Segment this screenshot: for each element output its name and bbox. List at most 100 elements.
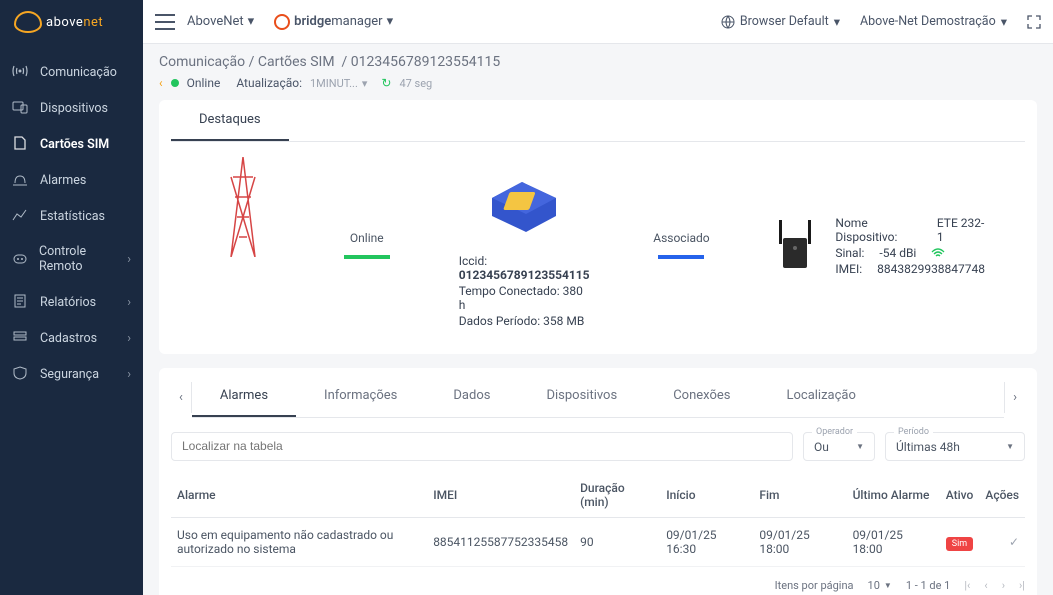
report-icon [12, 294, 30, 310]
col-inicio[interactable]: Início [660, 473, 753, 518]
tenant-dropdown[interactable]: AboveNet▾ [187, 14, 254, 29]
alarms-table: Alarme IMEI Duração (min) Início Fim Últ… [171, 473, 1025, 567]
imei-value: 8843829938847748 [877, 262, 985, 276]
highlights-card: Destaques Online [159, 100, 1037, 354]
sidebar-item-cartoes-sim[interactable]: Cartões SIM [0, 126, 143, 162]
chevron-right-icon: › [127, 252, 131, 267]
subtab-dados[interactable]: Dados [425, 376, 518, 417]
hl-online: Online [335, 162, 399, 328]
chevron-down-icon: ▾ [248, 14, 255, 29]
subtab-alarmes[interactable]: Alarmes [192, 376, 296, 417]
prev-page-button[interactable]: ‹ [984, 579, 987, 592]
col-duracao[interactable]: Duração (min) [574, 473, 660, 518]
data-label: Dados Período: [459, 314, 540, 328]
col-alarme[interactable]: Alarme [171, 473, 427, 518]
product-name: bridgemanager [294, 14, 382, 29]
last-page-button[interactable]: ›| [1019, 579, 1025, 592]
next-page-button[interactable]: › [1002, 579, 1005, 592]
subtab-localizacao[interactable]: Localização [758, 376, 883, 417]
chevron-right-icon: › [127, 331, 131, 346]
tabs-next-button[interactable]: › [1004, 382, 1025, 413]
nav: Comunicação Dispositivos Cartões SIM Ala… [0, 44, 143, 392]
pager: Itens por página 10 ▼ 1 - 1 de 1 |‹ ‹ › … [171, 579, 1025, 592]
browser-dropdown[interactable]: Browser Default▾ [721, 14, 840, 30]
update-interval-dropdown[interactable]: 1MINUT... ▾ [310, 77, 367, 90]
operator-dropdown[interactable]: Operador Ou ▼ [803, 432, 875, 461]
status-bar-green [344, 255, 390, 259]
product-dropdown[interactable]: bridgemanager ▾ [274, 14, 393, 30]
chevron-down-icon: ▼ [1006, 442, 1014, 451]
logo-icon [14, 11, 42, 33]
first-page-button[interactable]: |‹ [964, 579, 970, 592]
sidebar-item-cadastros[interactable]: Cadastros › [0, 320, 143, 356]
dev-name-label: Nome Dispositivo: [835, 216, 921, 244]
topbar: AboveNet▾ bridgemanager ▾ Browser Defaul… [143, 0, 1053, 44]
table-row: Uso em equipamento não cadastrado ou aut… [171, 518, 1025, 567]
cell-imei: 88541125587752335458 [427, 518, 574, 567]
search-field[interactable] [171, 432, 793, 461]
sim-icon [12, 136, 30, 152]
breadcrumb: Comunicação / Cartões SIM / 012345678912… [159, 54, 1037, 70]
subtab-conexoes[interactable]: Conexões [645, 376, 758, 417]
cell-acoes: ✓ [979, 518, 1025, 567]
col-ativo[interactable]: Ativo [940, 473, 980, 518]
tab-destaques[interactable]: Destaques [171, 100, 289, 141]
subtab-dispositivos[interactable]: Dispositivos [518, 376, 645, 417]
sidebar-item-label: Relatórios [40, 295, 96, 310]
iccid-label: Iccid: [459, 254, 487, 268]
logo: abovenet [0, 0, 143, 44]
col-imei[interactable]: IMEI [427, 473, 574, 518]
sidebar-item-estatisticas[interactable]: Estatísticas [0, 198, 143, 234]
col-acoes[interactable]: Ações [979, 473, 1025, 518]
status-badge: Sim [946, 537, 973, 551]
cell-alarme: Uso em equipamento não cadastrado ou aut… [171, 518, 427, 567]
chevron-right-icon: › [127, 295, 131, 310]
signal-label: Sinal: [835, 246, 864, 260]
menu-button[interactable] [155, 14, 175, 30]
sidebar-item-label: Estatísticas [40, 209, 105, 224]
crumb-root[interactable]: Comunicação [159, 54, 245, 70]
sidebar-item-relatorios[interactable]: Relatórios › [0, 284, 143, 320]
data-value: 358 MB [543, 314, 584, 328]
sidebar-item-controle-remoto[interactable]: Controle Remoto › [0, 234, 143, 284]
col-fim[interactable]: Fim [753, 473, 846, 518]
operator-label: Operador [812, 427, 857, 437]
account-dropdown[interactable]: Above-Net Demostração▾ [860, 14, 1007, 30]
cell-inicio: 09/01/25 16:30 [660, 518, 753, 567]
ipp-dropdown[interactable]: 10 ▼ [868, 579, 892, 592]
broadcast-icon [12, 64, 30, 80]
crumb-section[interactable]: Cartões SIM [258, 54, 335, 70]
sidebar-item-comunicacao[interactable]: Comunicação [0, 54, 143, 90]
sidebar-item-label: Segurança [40, 367, 99, 382]
ipp-label: Itens por página [775, 579, 854, 592]
sim-card-icon [484, 162, 564, 252]
wifi-icon [931, 248, 945, 258]
crumb-current: 0123456789123554115 [351, 54, 501, 70]
col-ultimo[interactable]: Último Alarme [847, 473, 940, 518]
chevron-down-icon: ▾ [387, 14, 394, 29]
period-value: Últimas 48h [896, 440, 960, 454]
sidebar-item-seguranca[interactable]: Segurança › [0, 356, 143, 392]
subtab-informacoes[interactable]: Informações [296, 376, 425, 417]
cell-fim: 09/01/25 18:00 [753, 518, 846, 567]
chevron-down-icon: ▼ [856, 442, 864, 451]
status-dot-icon [171, 79, 179, 87]
status-bar: ‹ Online Atualização: 1MINUT... ▾ ↻ 47 s… [159, 76, 1037, 90]
search-input[interactable] [182, 439, 782, 453]
sidebar-item-dispositivos[interactable]: Dispositivos [0, 90, 143, 126]
update-label: Atualização: [236, 76, 302, 90]
remote-icon [12, 251, 29, 267]
sidebar-item-alarmes[interactable]: Alarmes [0, 162, 143, 198]
tabs-prev-button[interactable]: ‹ [171, 382, 192, 413]
back-button[interactable]: ‹ [159, 76, 163, 90]
sidebar: abovenet Comunicação Dispositivos Cartõe… [0, 0, 143, 595]
refresh-icon[interactable]: ↻ [381, 76, 391, 90]
period-dropdown[interactable]: Período Últimas 48h ▼ [885, 432, 1025, 461]
cell-dur: 90 [574, 518, 660, 567]
cell-ativo: Sim [940, 518, 980, 567]
status-text: Online [187, 76, 221, 90]
ack-button[interactable]: ✓ [1009, 535, 1019, 549]
sidebar-item-label: Cartões SIM [40, 137, 109, 152]
fullscreen-button[interactable] [1027, 15, 1041, 29]
alarm-icon [12, 172, 30, 188]
